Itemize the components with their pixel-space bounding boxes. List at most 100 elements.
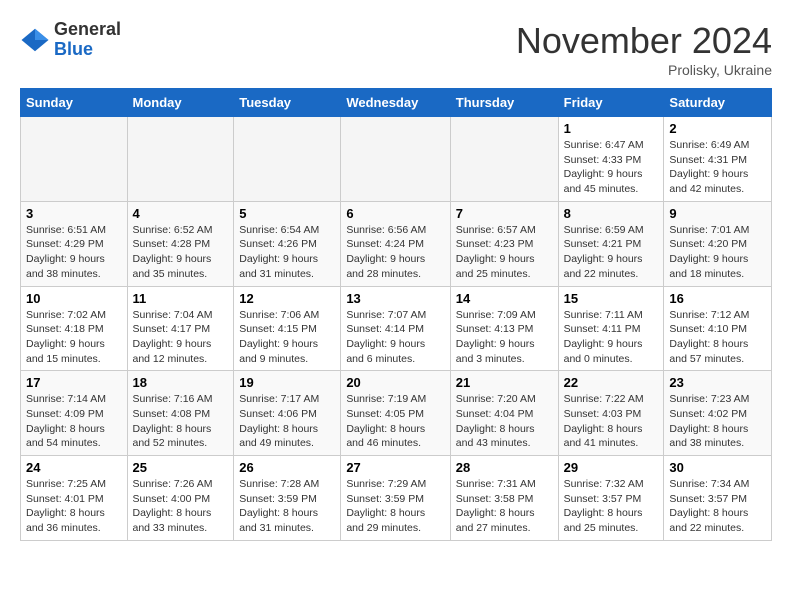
day-number: 25 xyxy=(133,460,229,475)
calendar-week-row: 1Sunrise: 6:47 AM Sunset: 4:33 PM Daylig… xyxy=(21,117,772,202)
calendar-cell: 3 Sunrise: 6:51 AM Sunset: 4:29 PM Daylig… xyxy=(21,201,128,286)
day-number: 18 xyxy=(133,375,229,390)
day-number: 16 xyxy=(669,291,766,306)
day-info: Sunrise: 7:17 AM Sunset: 4:06 PM Dayligh… xyxy=(239,392,335,451)
month-title: November 2024 xyxy=(516,20,772,62)
calendar-cell: 11Sunrise: 7:04 AM Sunset: 4:17 PM Dayli… xyxy=(127,286,234,371)
day-info: Sunrise: 7:32 AM Sunset: 3:57 PM Dayligh… xyxy=(564,477,659,536)
day-of-week-header: Saturday xyxy=(664,89,772,117)
day-number: 28 xyxy=(456,460,553,475)
day-info: Sunrise: 7:02 AM Sunset: 4:18 PM Dayligh… xyxy=(26,308,122,367)
day-info: Sunrise: 7:12 AM Sunset: 4:10 PM Dayligh… xyxy=(669,308,766,367)
logo-general: General xyxy=(54,20,121,40)
calendar-cell: 16 Sunrise: 7:12 AM Sunset: 4:10 PM Dayli… xyxy=(664,286,772,371)
logo-icon xyxy=(20,25,50,55)
calendar-cell: 21Sunrise: 7:20 AM Sunset: 4:04 PM Dayli… xyxy=(450,371,558,456)
day-info: Sunrise: 7:11 AM Sunset: 4:11 PM Dayligh… xyxy=(564,308,659,367)
day-number: 17 xyxy=(26,375,122,390)
calendar-cell: 24 Sunrise: 7:25 AM Sunset: 4:01 PM Dayli… xyxy=(21,456,128,541)
location-subtitle: Prolisky, Ukraine xyxy=(516,62,772,78)
day-number: 7 xyxy=(456,206,553,221)
day-number: 12 xyxy=(239,291,335,306)
day-of-week-header: Thursday xyxy=(450,89,558,117)
day-info: Sunrise: 7:16 AM Sunset: 4:08 PM Dayligh… xyxy=(133,392,229,451)
day-number: 11 xyxy=(133,291,229,306)
calendar-cell: 7 Sunrise: 6:57 AM Sunset: 4:23 PM Daylig… xyxy=(450,201,558,286)
calendar-cell: 17 Sunrise: 7:14 AM Sunset: 4:09 PM Dayli… xyxy=(21,371,128,456)
calendar-cell: 26 Sunrise: 7:28 AM Sunset: 3:59 PM Dayli… xyxy=(234,456,341,541)
day-number: 2 xyxy=(669,121,766,136)
calendar-cell: 13Sunrise: 7:07 AM Sunset: 4:14 PM Dayli… xyxy=(341,286,450,371)
title-area: November 2024 Prolisky, Ukraine xyxy=(516,20,772,78)
day-info: Sunrise: 6:57 AM Sunset: 4:23 PM Dayligh… xyxy=(456,223,553,282)
calendar-cell: 5Sunrise: 6:54 AM Sunset: 4:26 PM Daylig… xyxy=(234,201,341,286)
calendar-cell: 27 Sunrise: 7:29 AM Sunset: 3:59 PM Dayli… xyxy=(341,456,450,541)
day-info: Sunrise: 7:19 AM Sunset: 4:05 PM Dayligh… xyxy=(346,392,444,451)
calendar-cell: 6Sunrise: 6:56 AM Sunset: 4:24 PM Daylig… xyxy=(341,201,450,286)
calendar-cell: 22Sunrise: 7:22 AM Sunset: 4:03 PM Dayli… xyxy=(558,371,664,456)
day-number: 26 xyxy=(239,460,335,475)
day-of-week-header: Wednesday xyxy=(341,89,450,117)
calendar-cell: 12 Sunrise: 7:06 AM Sunset: 4:15 PM Dayli… xyxy=(234,286,341,371)
day-number: 29 xyxy=(564,460,659,475)
day-of-week-header: Sunday xyxy=(21,89,128,117)
day-number: 9 xyxy=(669,206,766,221)
calendar-cell xyxy=(234,117,341,202)
calendar-cell: 20 Sunrise: 7:19 AM Sunset: 4:05 PM Dayli… xyxy=(341,371,450,456)
day-info: Sunrise: 7:25 AM Sunset: 4:01 PM Dayligh… xyxy=(26,477,122,536)
day-number: 20 xyxy=(346,375,444,390)
day-info: Sunrise: 7:14 AM Sunset: 4:09 PM Dayligh… xyxy=(26,392,122,451)
logo-text: General Blue xyxy=(54,20,121,60)
calendar-cell xyxy=(450,117,558,202)
calendar-cell: 9 Sunrise: 7:01 AM Sunset: 4:20 PM Daylig… xyxy=(664,201,772,286)
calendar-cell: 30 Sunrise: 7:34 AM Sunset: 3:57 PM Dayli… xyxy=(664,456,772,541)
day-number: 24 xyxy=(26,460,122,475)
day-info: Sunrise: 7:28 AM Sunset: 3:59 PM Dayligh… xyxy=(239,477,335,536)
calendar-week-row: 17 Sunrise: 7:14 AM Sunset: 4:09 PM Dayli… xyxy=(21,371,772,456)
day-number: 6 xyxy=(346,206,444,221)
day-number: 14 xyxy=(456,291,553,306)
calendar-week-row: 24 Sunrise: 7:25 AM Sunset: 4:01 PM Dayli… xyxy=(21,456,772,541)
calendar-cell: 14 Sunrise: 7:09 AM Sunset: 4:13 PM Dayli… xyxy=(450,286,558,371)
day-number: 3 xyxy=(26,206,122,221)
day-number: 8 xyxy=(564,206,659,221)
day-info: Sunrise: 7:22 AM Sunset: 4:03 PM Dayligh… xyxy=(564,392,659,451)
calendar-cell: 1Sunrise: 6:47 AM Sunset: 4:33 PM Daylig… xyxy=(558,117,664,202)
day-number: 23 xyxy=(669,375,766,390)
day-of-week-header: Tuesday xyxy=(234,89,341,117)
logo-blue: Blue xyxy=(54,40,121,60)
day-info: Sunrise: 7:31 AM Sunset: 3:58 PM Dayligh… xyxy=(456,477,553,536)
day-info: Sunrise: 6:51 AM Sunset: 4:29 PM Dayligh… xyxy=(26,223,122,282)
day-number: 19 xyxy=(239,375,335,390)
day-number: 10 xyxy=(26,291,122,306)
calendar-cell: 10 Sunrise: 7:02 AM Sunset: 4:18 PM Dayli… xyxy=(21,286,128,371)
day-number: 30 xyxy=(669,460,766,475)
calendar-cell: 28 Sunrise: 7:31 AM Sunset: 3:58 PM Dayli… xyxy=(450,456,558,541)
calendar-cell: 18 Sunrise: 7:16 AM Sunset: 4:08 PM Dayli… xyxy=(127,371,234,456)
day-info: Sunrise: 7:01 AM Sunset: 4:20 PM Dayligh… xyxy=(669,223,766,282)
day-info: Sunrise: 7:29 AM Sunset: 3:59 PM Dayligh… xyxy=(346,477,444,536)
day-info: Sunrise: 7:07 AM Sunset: 4:14 PM Dayligh… xyxy=(346,308,444,367)
day-of-week-header: Friday xyxy=(558,89,664,117)
day-info: Sunrise: 6:59 AM Sunset: 4:21 PM Dayligh… xyxy=(564,223,659,282)
calendar-cell: 29 Sunrise: 7:32 AM Sunset: 3:57 PM Dayli… xyxy=(558,456,664,541)
calendar-cell xyxy=(341,117,450,202)
day-of-week-header: Monday xyxy=(127,89,234,117)
calendar-cell: 8 Sunrise: 6:59 AM Sunset: 4:21 PM Daylig… xyxy=(558,201,664,286)
day-info: Sunrise: 6:52 AM Sunset: 4:28 PM Dayligh… xyxy=(133,223,229,282)
day-number: 15 xyxy=(564,291,659,306)
logo: General Blue xyxy=(20,20,121,60)
day-number: 1 xyxy=(564,121,659,136)
calendar-cell: 2Sunrise: 6:49 AM Sunset: 4:31 PM Daylig… xyxy=(664,117,772,202)
calendar-week-row: 10 Sunrise: 7:02 AM Sunset: 4:18 PM Dayli… xyxy=(21,286,772,371)
calendar-cell xyxy=(127,117,234,202)
day-info: Sunrise: 7:09 AM Sunset: 4:13 PM Dayligh… xyxy=(456,308,553,367)
calendar-table: SundayMondayTuesdayWednesdayThursdayFrid… xyxy=(20,88,772,541)
day-info: Sunrise: 7:20 AM Sunset: 4:04 PM Dayligh… xyxy=(456,392,553,451)
day-number: 27 xyxy=(346,460,444,475)
day-info: Sunrise: 7:06 AM Sunset: 4:15 PM Dayligh… xyxy=(239,308,335,367)
page-header: General Blue November 2024 Prolisky, Ukr… xyxy=(20,20,772,78)
calendar-header-row: SundayMondayTuesdayWednesdayThursdayFrid… xyxy=(21,89,772,117)
day-info: Sunrise: 7:23 AM Sunset: 4:02 PM Dayligh… xyxy=(669,392,766,451)
day-info: Sunrise: 7:34 AM Sunset: 3:57 PM Dayligh… xyxy=(669,477,766,536)
